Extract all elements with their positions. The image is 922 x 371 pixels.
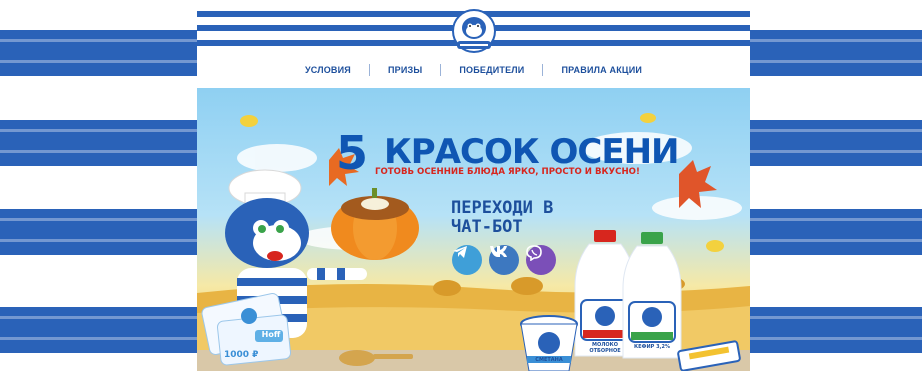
page-container: УСЛОВИЯ ПРИЗЫ ПОБЕДИТЕЛИ ПРАВИЛА АКЦИИ 5… xyxy=(197,0,750,371)
promo-title-number: 5 xyxy=(336,126,369,180)
nav-item-conditions[interactable]: УСЛОВИЯ xyxy=(287,65,369,75)
pumpkin-dish-illustration xyxy=(331,188,419,260)
promo-banner: 5 КРАСОК ОСЕНИ ГОТОВЬ ОСЕННИЕ БЛЮДА ЯРКО… xyxy=(197,88,750,371)
milk-label: МОЛОКО ОТБОРНОЕ xyxy=(589,342,621,354)
nav-item-rules[interactable]: ПРАВИЛА АКЦИИ xyxy=(543,65,660,75)
viber-icon[interactable] xyxy=(526,245,556,275)
chatbot-cta: ПЕРЕХОДИ В ЧАТ-БОТ xyxy=(451,198,554,237)
kefir-bottle-illustration xyxy=(622,232,682,359)
smetana-label: СМЕТАНА xyxy=(535,357,563,363)
vk-icon[interactable] xyxy=(489,245,519,275)
main-nav: УСЛОВИЯ ПРИЗЫ ПОБЕДИТЕЛИ ПРАВИЛА АКЦИИ xyxy=(197,60,750,80)
telegram-icon[interactable] xyxy=(452,245,482,275)
kefir-label: КЕФИР 3,2% xyxy=(634,344,670,350)
prostokvashino-logo[interactable] xyxy=(449,7,499,57)
nav-item-prizes[interactable]: ПРИЗЫ xyxy=(370,65,440,75)
voucher-brand: Hoff xyxy=(261,330,281,339)
voucher-amount: 1000 ₽ xyxy=(224,350,259,360)
nav-item-winners[interactable]: ПОБЕДИТЕЛИ xyxy=(441,65,542,75)
promo-subtitle: ГОТОВЬ ОСЕННИЕ БЛЮДА ЯРКО, ПРОСТО И ВКУС… xyxy=(375,167,640,177)
promo-title: КРАСОК ОСЕНИ xyxy=(384,132,679,172)
